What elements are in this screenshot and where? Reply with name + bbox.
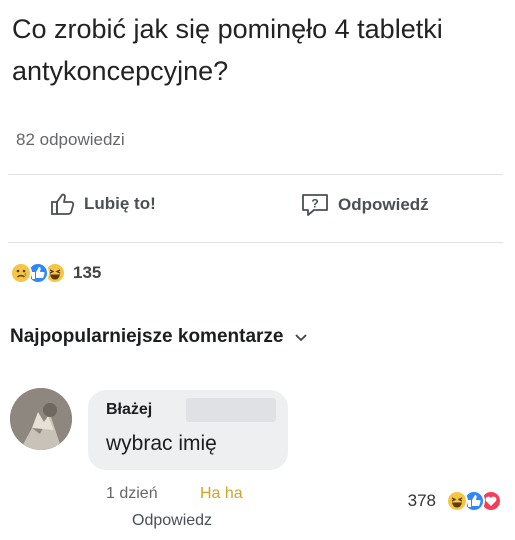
like-button-label: Lubię to!	[84, 194, 156, 213]
comment-timestamp[interactable]: 1 dzień	[106, 485, 158, 503]
comment-sort-label: Najpopularniejsze komentarze	[10, 326, 284, 347]
chevron-down-icon	[295, 329, 308, 345]
thumbs-up-icon	[50, 192, 76, 216]
comment-reply-link[interactable]: Odpowiedz	[132, 512, 212, 530]
avatar[interactable]	[10, 388, 72, 450]
post-reactions[interactable]: 135	[10, 262, 101, 284]
comment-text: wybrac imię	[106, 432, 217, 455]
question-bubble-icon: ?	[300, 192, 330, 218]
reply-button[interactable]: ? Odpowiedź	[300, 192, 429, 218]
post-reaction-count: 135	[73, 263, 102, 282]
divider	[8, 242, 503, 243]
comment-haha-reaction[interactable]: Ha ha	[200, 485, 243, 503]
comment-reactions[interactable]: 378	[407, 490, 502, 512]
question-title: Co zrobić jak się pominęło 4 tabletki an…	[12, 14, 443, 86]
comment-sort-dropdown[interactable]: Najpopularniejsze komentarze	[10, 326, 308, 348]
reply-button-label: Odpowiedź	[338, 195, 429, 214]
haha-reaction-icon	[446, 490, 468, 512]
like-button[interactable]: Lubię to!	[50, 192, 156, 216]
redacted-surname	[186, 398, 276, 422]
answers-count[interactable]: 82 odpowiedzi	[16, 130, 125, 150]
svg-text:?: ?	[311, 197, 318, 211]
comment-reaction-count: 378	[407, 491, 436, 510]
divider	[8, 174, 503, 175]
sad-reaction-icon	[10, 262, 32, 284]
comment-author[interactable]: Błażej	[106, 401, 152, 419]
